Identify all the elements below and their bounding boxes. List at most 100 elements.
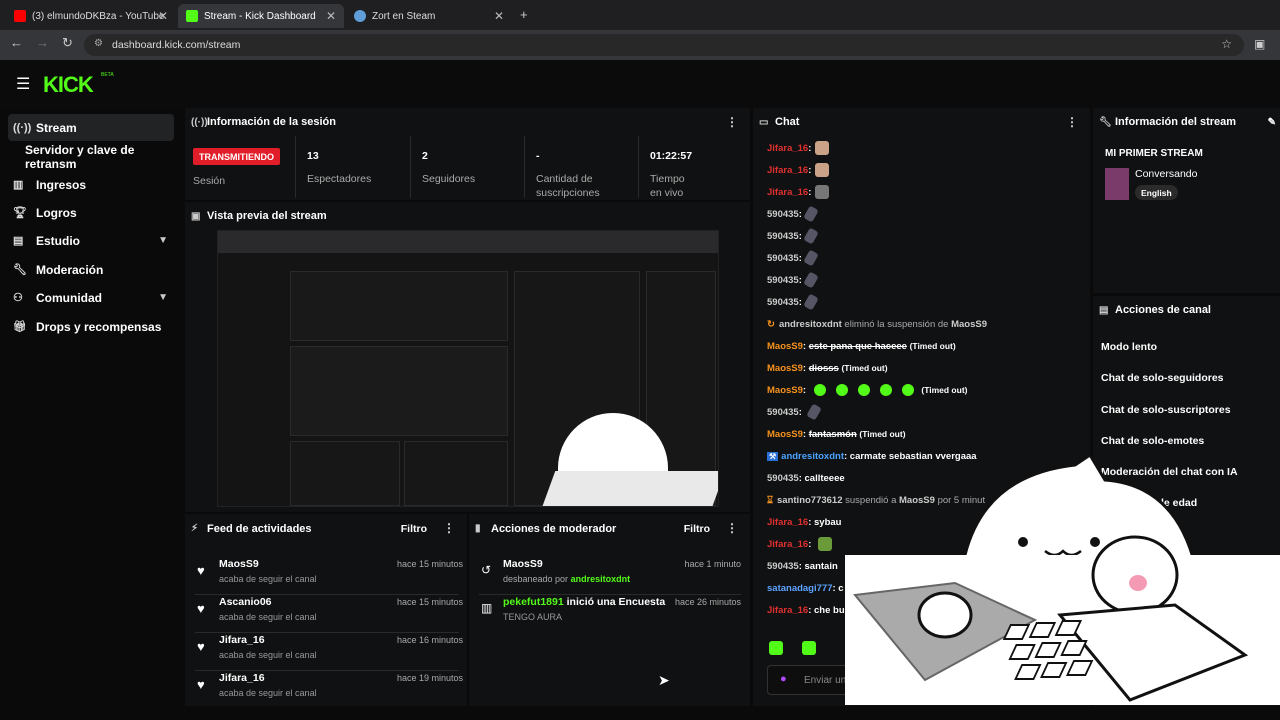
- chat-username[interactable]: 590435: [767, 561, 799, 572]
- list-item[interactable]: ↺ MaosS9 desbaneado por andresitoxdnt ha…: [479, 554, 741, 592]
- chat-username[interactable]: 590435: [767, 407, 799, 418]
- chat-username[interactable]: santino773612: [777, 495, 842, 506]
- chevron-down-icon[interactable]: ▼: [158, 292, 168, 303]
- chat-message[interactable]: MaosS9: fantasmón (Timed out): [767, 424, 1087, 444]
- chat-username[interactable]: Jifara_16: [767, 517, 808, 528]
- tab-kick-dashboard[interactable]: Stream - Kick Dashboard ✕: [178, 4, 344, 28]
- chat-message[interactable]: 590435:: [767, 270, 1087, 290]
- forward-icon[interactable]: →: [36, 35, 49, 50]
- gift-icon[interactable]: [802, 641, 816, 655]
- chat-message[interactable]: 590435:: [767, 292, 1087, 312]
- feed-user[interactable]: Jifara_16: [219, 634, 265, 646]
- chat-username[interactable]: Jifara_16: [767, 187, 808, 198]
- sidebar-item-ingresos[interactable]: ▥ Ingresos: [8, 171, 174, 198]
- filter-button[interactable]: Filtro: [401, 523, 427, 535]
- category-thumbnail[interactable]: [1105, 168, 1129, 200]
- chat-username[interactable]: andresitoxdnt: [779, 319, 842, 330]
- feed-user[interactable]: Jifara_16: [219, 672, 265, 684]
- sidebar-item-moderacion[interactable]: 🔧︎ Moderación: [8, 256, 174, 283]
- emote-icon[interactable]: [769, 641, 783, 655]
- chat-message[interactable]: MaosS9: este pana que haceee (Timed out): [767, 336, 1087, 356]
- chat-username[interactable]: Jifara_16: [767, 165, 808, 176]
- chat-username[interactable]: MaosS9: [767, 341, 803, 352]
- feed-user[interactable]: Ascanio06: [219, 596, 272, 608]
- more-options-icon[interactable]: ⋮: [726, 521, 738, 535]
- edit-icon[interactable]: ✎: [1268, 117, 1276, 128]
- action-slow-mode[interactable]: Modo lento: [1101, 341, 1157, 353]
- bookmark-star-icon[interactable]: ☆: [1221, 37, 1232, 51]
- chat-username[interactable]: 590435: [767, 231, 799, 242]
- back-icon[interactable]: ←: [10, 35, 23, 50]
- list-item[interactable]: ♥ Jifara_16 acaba de seguir el canal hac…: [195, 630, 463, 668]
- emote-icon: [818, 537, 833, 551]
- chat-message[interactable]: Jifara_16:: [767, 182, 1087, 202]
- chat-message[interactable]: 590435:: [767, 204, 1087, 224]
- chat-username[interactable]: Jifara_16: [767, 143, 808, 154]
- stream-category[interactable]: Conversando: [1135, 168, 1197, 180]
- chat-username[interactable]: satanadagi777: [767, 583, 832, 594]
- more-options-icon[interactable]: ⋮: [1066, 115, 1078, 129]
- moderator-name[interactable]: andresitoxdnt: [571, 574, 631, 584]
- mic-icon[interactable]: ●: [780, 673, 787, 685]
- list-item[interactable]: ♥ Ascanio06 acaba de seguir el canal hac…: [195, 592, 463, 630]
- more-options-icon[interactable]: ⋮: [443, 521, 455, 535]
- sidebar-item-comunidad[interactable]: ⚇ Comunidad ▼: [8, 284, 174, 311]
- close-icon[interactable]: ✕: [494, 9, 504, 23]
- stream-title: MI PRIMER STREAM: [1105, 148, 1203, 159]
- action-emotes-only[interactable]: Chat de solo-emotes: [1101, 435, 1204, 447]
- chat-username[interactable]: MaosS9: [767, 385, 803, 396]
- sidebar-item-server-key[interactable]: Servidor y clave de retransm: [8, 143, 188, 171]
- list-item[interactable]: ♥ Jifara_16 acaba de seguir el canal hac…: [195, 668, 463, 706]
- sidebar-item-stream[interactable]: ((·)) Stream: [8, 114, 174, 141]
- action-subscribers-only[interactable]: Chat de solo-suscriptores: [1101, 404, 1231, 416]
- chat-username[interactable]: 590435: [767, 473, 799, 484]
- chat-username[interactable]: 590435: [767, 275, 799, 286]
- new-tab-button[interactable]: +: [520, 7, 528, 22]
- live-badge: TRANSMITIENDO: [193, 148, 280, 165]
- emote-icon: [815, 163, 830, 177]
- tab-steam[interactable]: Zort en Steam ✕: [346, 4, 512, 28]
- feed-text: acaba de seguir el canal: [219, 574, 317, 584]
- chat-message[interactable]: Jifara_16:: [767, 160, 1087, 180]
- chat-username[interactable]: MaosS9: [767, 429, 803, 440]
- close-icon[interactable]: ✕: [326, 9, 336, 23]
- kick-logo[interactable]: KICK: [43, 72, 94, 98]
- close-icon[interactable]: ✕: [158, 9, 168, 23]
- list-item[interactable]: ♥ MaosS9 acaba de seguir el canal hace 1…: [195, 554, 463, 592]
- system-message[interactable]: ↻ andresitoxdnt eliminó la suspensión de …: [767, 314, 1087, 334]
- chat-username[interactable]: Jifara_16: [767, 605, 808, 616]
- chat-username[interactable]: 590435: [767, 297, 799, 308]
- chat-username[interactable]: MaosS9: [951, 319, 987, 330]
- url-input[interactable]: ⚙ dashboard.kick.com/stream ☆: [84, 34, 1244, 56]
- chat-message[interactable]: MaosS9: (Timed out): [767, 380, 1087, 400]
- chat-username[interactable]: Jifara_16: [767, 539, 808, 550]
- chat-username[interactable]: 590435: [767, 209, 799, 220]
- chat-message[interactable]: 590435:: [767, 226, 1087, 246]
- filter-button[interactable]: Filtro: [684, 523, 710, 535]
- list-item[interactable]: ▥ pekefut1891 inició una Encuesta TENGO …: [479, 592, 741, 630]
- chat-message[interactable]: MaosS9: diosss (Timed out): [767, 358, 1087, 378]
- more-options-icon[interactable]: ⋮: [726, 115, 738, 129]
- feed-user[interactable]: MaosS9: [219, 558, 259, 570]
- poll-user[interactable]: pekefut1891: [503, 596, 564, 608]
- sidebar-item-label: Comunidad: [36, 290, 102, 305]
- chat-message[interactable]: 590435:: [767, 248, 1087, 268]
- sidepanel-icon[interactable]: ▣: [1254, 37, 1265, 51]
- menu-icon[interactable]: ☰: [16, 74, 30, 94]
- chat-message[interactable]: 590435:: [767, 402, 1087, 422]
- sidebar-item-estudio[interactable]: ▤ Estudio ▼: [8, 227, 174, 254]
- stream-preview-video[interactable]: [217, 230, 719, 507]
- chat-username[interactable]: andresitoxdnt: [781, 451, 844, 462]
- sidebar-item-logros[interactable]: 🏆︎ Logros: [8, 199, 174, 226]
- mod-user[interactable]: MaosS9: [503, 558, 543, 570]
- sidebar-item-drops[interactable]: 🎁︎ Drops y recompensas: [8, 313, 174, 340]
- chat-message[interactable]: Jifara_16:: [767, 138, 1087, 158]
- divider: [295, 136, 296, 198]
- reload-icon[interactable]: ↻: [62, 35, 73, 51]
- chevron-down-icon[interactable]: ▼: [158, 235, 168, 246]
- tab-youtube[interactable]: (3) elmundoDKBza - YouTube ✕: [6, 4, 176, 28]
- chat-username[interactable]: MaosS9: [767, 363, 803, 374]
- action-followers-only[interactable]: Chat de solo-seguidores: [1101, 372, 1224, 384]
- chat-username[interactable]: 590435: [767, 253, 799, 264]
- site-info-icon[interactable]: ⚙: [94, 38, 103, 49]
